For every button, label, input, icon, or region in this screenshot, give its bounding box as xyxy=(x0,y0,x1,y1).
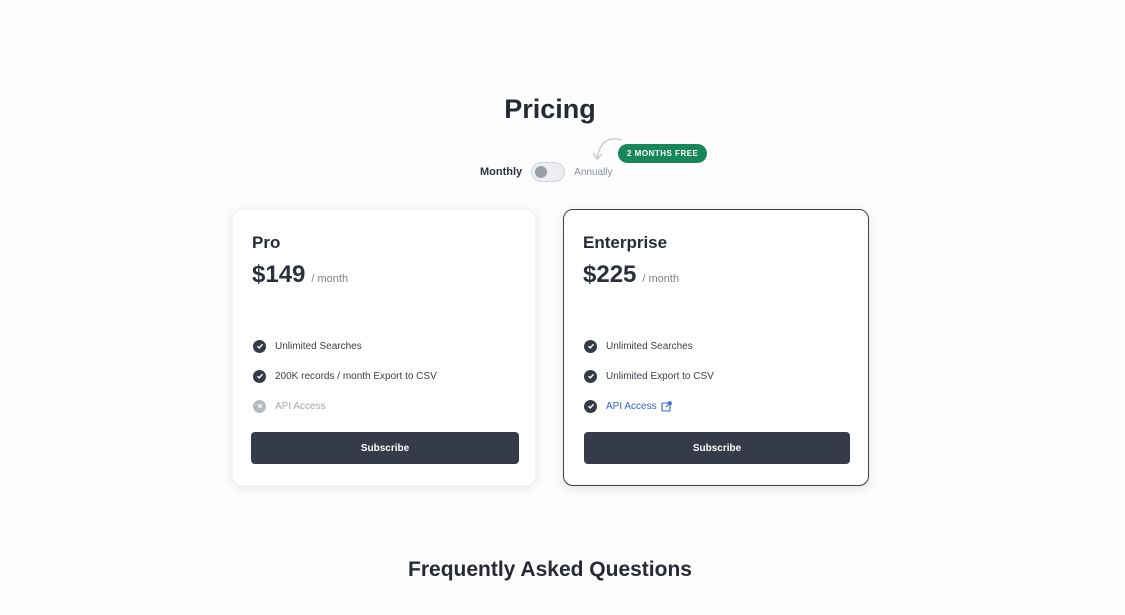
feature-label: Unlimited Searches xyxy=(606,340,693,352)
check-circle-icon xyxy=(584,369,597,383)
promo-badge: 2 MONTHS FREE xyxy=(618,144,708,163)
plan-name: Pro xyxy=(252,233,281,252)
price-period: / month xyxy=(311,273,349,285)
faq-title: Frequently Asked Questions xyxy=(408,558,692,581)
feature-item: Unlimited Export to CSV xyxy=(584,361,714,391)
feature-label: Unlimited Searches xyxy=(275,340,362,352)
feature-list: Unlimited Searches 200K records / month … xyxy=(253,331,437,421)
check-circle-icon xyxy=(584,399,597,413)
external-link-icon xyxy=(661,400,672,412)
feature-label: 200K records / month Export to CSV xyxy=(275,370,437,382)
feature-label: Unlimited Export to CSV xyxy=(606,370,714,382)
feature-item-disabled: API Access xyxy=(253,391,437,421)
toggle-knob xyxy=(535,166,548,178)
x-circle-icon xyxy=(253,399,266,413)
subscribe-button-pro[interactable]: Subscribe xyxy=(251,432,519,464)
feature-list: Unlimited Searches Unlimited Export to C… xyxy=(584,331,714,421)
page-title: Pricing xyxy=(504,94,596,124)
price-period: / month xyxy=(642,273,680,285)
billing-period-toggle[interactable] xyxy=(531,162,566,182)
pricing-page: Pricing 2 MONTHS FREE Monthly Annually P… xyxy=(0,0,1125,615)
feature-item: API Access xyxy=(584,391,714,421)
plan-price: $225 xyxy=(583,261,637,288)
check-circle-icon xyxy=(584,339,597,353)
billing-toggle: Monthly Annually xyxy=(480,162,613,182)
feature-item: 200K records / month Export to CSV xyxy=(253,361,437,391)
plan-card-enterprise: Enterprise $225 / month Unlimited Search… xyxy=(563,209,869,486)
feature-item: Unlimited Searches xyxy=(584,331,714,361)
plan-name: Enterprise xyxy=(583,233,668,252)
price-row: $225 / month xyxy=(583,261,679,289)
api-access-link[interactable]: API Access xyxy=(606,401,672,412)
feature-label: API Access xyxy=(275,400,326,412)
price-row: $149 / month xyxy=(252,261,348,289)
check-circle-icon xyxy=(253,339,266,353)
plan-card-pro: Pro $149 / month Unlimited Searches 200K… xyxy=(232,209,536,486)
subscribe-button-enterprise[interactable]: Subscribe xyxy=(584,432,850,464)
feature-item: Unlimited Searches xyxy=(253,331,437,361)
feature-label: API Access xyxy=(606,400,657,412)
monthly-label[interactable]: Monthly xyxy=(480,166,522,178)
check-circle-icon xyxy=(253,369,266,383)
plan-price: $149 xyxy=(252,261,306,288)
annually-label[interactable]: Annually xyxy=(574,167,612,178)
